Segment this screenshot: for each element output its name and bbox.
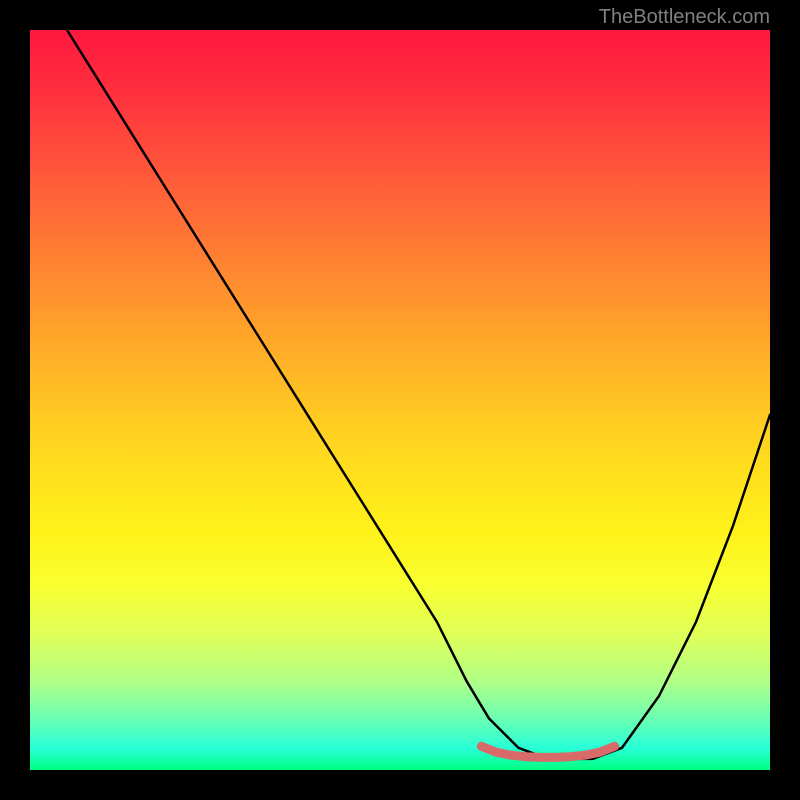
highlight-segment (481, 746, 614, 757)
watermark-text: TheBottleneck.com (599, 6, 770, 29)
bottleneck-curve (67, 30, 770, 759)
chart-container: TheBottleneck.com (0, 0, 800, 800)
plot-area (30, 30, 770, 770)
curve-svg (30, 30, 770, 770)
